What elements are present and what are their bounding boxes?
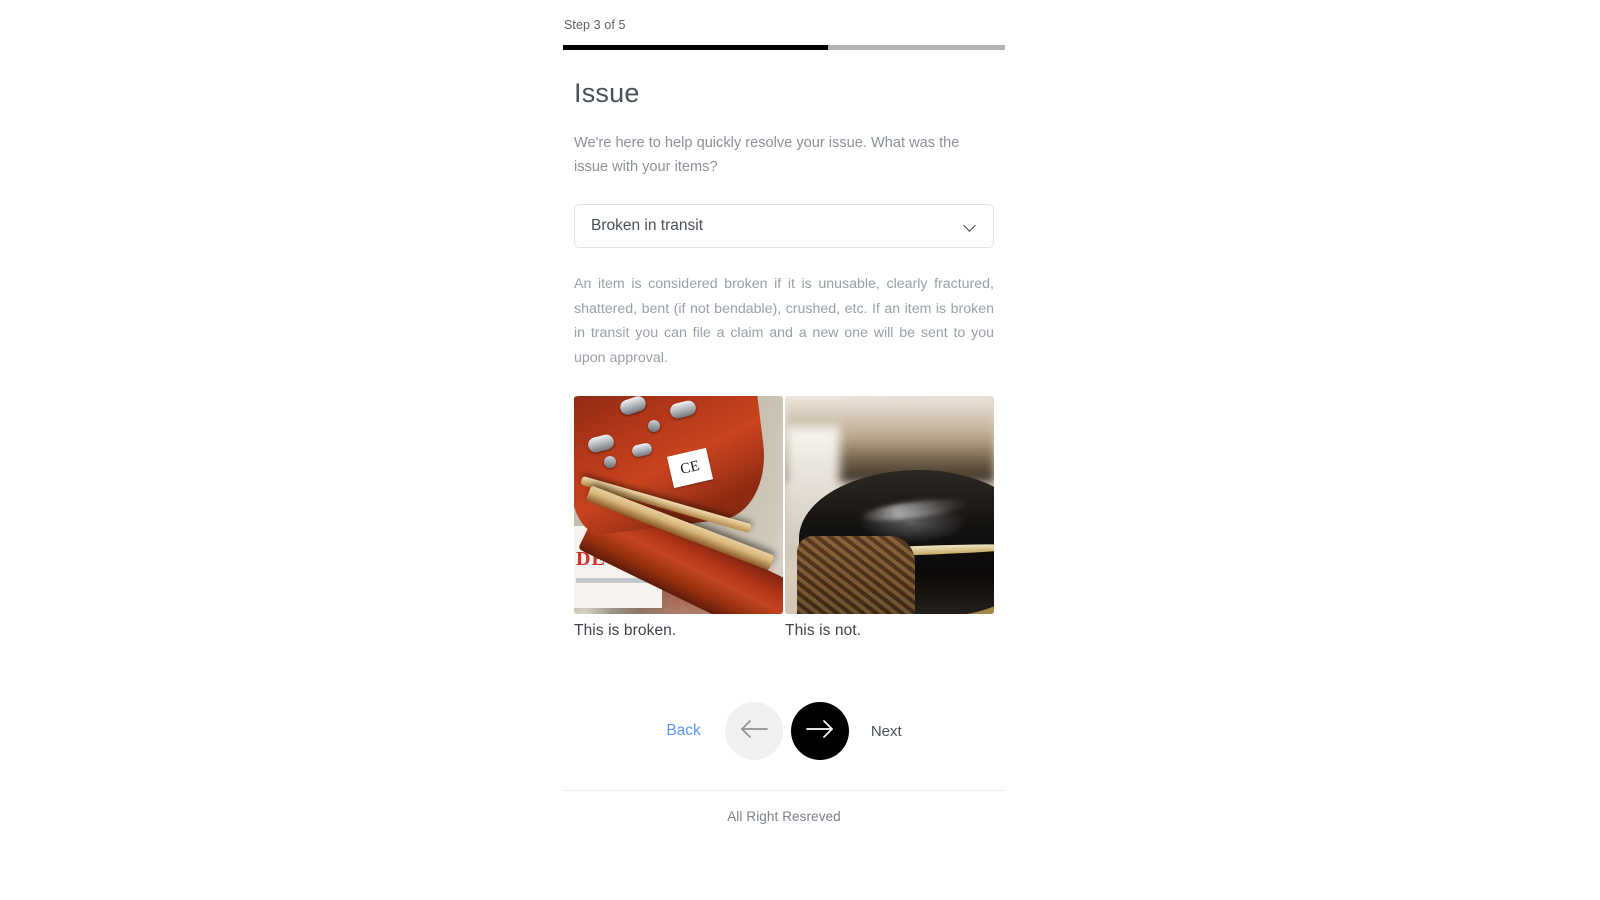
example-caption-broken: This is broken. [574, 622, 677, 639]
page-title: Issue [574, 78, 640, 108]
wizard-container: Step 3 of 5 Issue We're here to help qui… [563, 18, 1005, 760]
issue-select-wrapper: Broken in transit [574, 204, 994, 248]
arrow-left-icon [739, 718, 769, 745]
footer: All Right Resreved [563, 790, 1005, 826]
example-item-broken: DE UP CE [574, 396, 783, 640]
wizard-panel: Issue We're here to help quickly resolve… [563, 78, 1005, 760]
footer-copyright: All Right Resreved [727, 809, 841, 824]
guitar-side-pattern [797, 536, 915, 614]
not-broken-example-image [785, 396, 994, 614]
tuner-post-2 [604, 456, 616, 468]
wizard-page: Step 3 of 5 Issue We're here to help qui… [0, 0, 1600, 900]
wizard-navigation: Back Next [574, 702, 994, 760]
next-step-button[interactable] [790, 702, 849, 760]
progress-bar-fill [563, 45, 829, 50]
poster-line-2 [576, 578, 648, 583]
back-link[interactable]: Back [666, 722, 724, 740]
chevron-down-icon [964, 220, 977, 233]
example-item-not-broken: This is not. [785, 396, 994, 640]
next-label[interactable]: Next [849, 723, 902, 740]
arrow-right-icon [805, 718, 835, 745]
tuner-post-1 [648, 420, 660, 432]
example-caption-not-broken: This is not. [785, 622, 862, 639]
issue-definition-text: An item is considered broken if it is un… [574, 276, 994, 366]
example-photos: DE UP CE [574, 396, 994, 640]
previous-step-button[interactable] [724, 702, 783, 760]
progress-bar-track [563, 45, 1005, 50]
issue-select-value: Broken in transit [591, 217, 703, 234]
broken-example-image: DE UP CE [574, 396, 783, 614]
step-label: Step 3 of 5 [564, 18, 626, 32]
lead-text: We're here to help quickly resolve your … [574, 135, 960, 175]
issue-select[interactable]: Broken in transit [574, 204, 994, 248]
